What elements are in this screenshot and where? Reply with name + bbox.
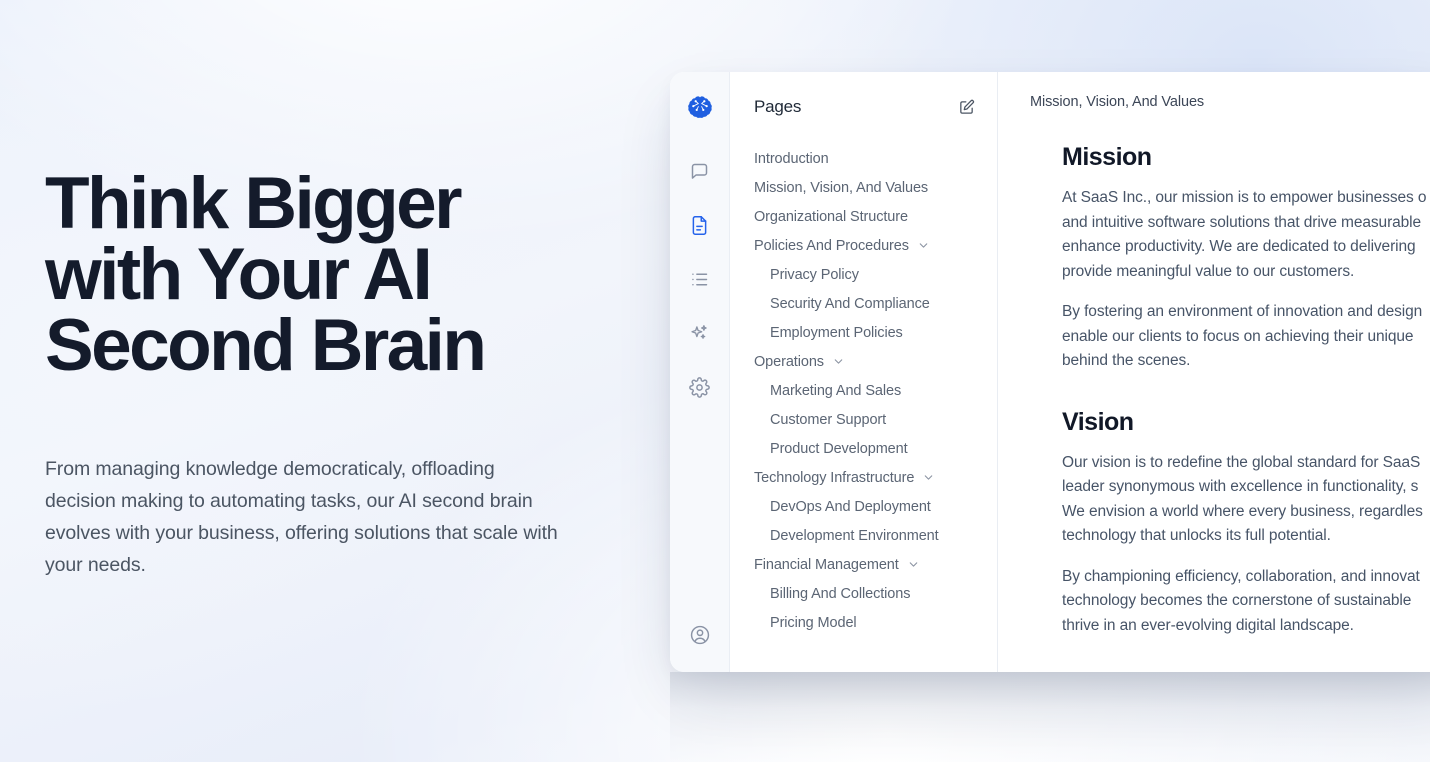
section-paragraph: At SaaS Inc., our mission is to empower … bbox=[1062, 186, 1430, 284]
paragraph-line: leader synonymous with excellence in fun… bbox=[1062, 478, 1419, 495]
edit-square-pencil-icon bbox=[958, 99, 975, 116]
nav-item-label: Billing And Collections bbox=[770, 585, 911, 602]
nav-item[interactable]: Security And Compliance bbox=[754, 289, 979, 318]
rail-item-chat[interactable] bbox=[683, 154, 717, 188]
paragraph-line: At SaaS Inc., our mission is to empower … bbox=[1062, 189, 1427, 206]
user-circle-icon bbox=[689, 624, 711, 646]
section-paragraph: Our vision is to redefine the global sta… bbox=[1062, 451, 1430, 549]
nav-item-label: Operations bbox=[754, 353, 824, 370]
paragraph-line: behind the scenes. bbox=[1062, 352, 1191, 369]
chevron-down-icon[interactable] bbox=[907, 558, 920, 571]
nav-item-label: Pricing Model bbox=[770, 614, 857, 631]
nav-item[interactable]: Billing And Collections bbox=[754, 579, 979, 608]
nav-item[interactable]: Privacy Policy bbox=[754, 260, 979, 289]
nav-item-label: Technology Infrastructure bbox=[754, 469, 915, 486]
paragraph-line: By fostering an environment of innovatio… bbox=[1062, 303, 1423, 320]
app-window-card: Pages Introduction Mission, Vision, And V… bbox=[670, 72, 1430, 672]
rail-item-list[interactable] bbox=[683, 262, 717, 296]
document-body: Mission At SaaS Inc., our mission is to e… bbox=[998, 110, 1430, 638]
section-paragraph: By fostering an environment of innovatio… bbox=[1062, 300, 1430, 374]
pages-nav-tree: Introduction Mission, Vision, And Values O… bbox=[754, 144, 979, 637]
breadcrumb: Mission, Vision, And Values bbox=[1030, 94, 1205, 110]
paragraph-line: enhance productivity. We are dedicated t… bbox=[1062, 238, 1416, 255]
rail-item-settings[interactable] bbox=[683, 370, 717, 404]
nav-item-label: Privacy Policy bbox=[770, 266, 859, 283]
paragraph-line: technology that unlocks its full potenti… bbox=[1062, 527, 1331, 544]
paragraph-line: Our vision is to redefine the global sta… bbox=[1062, 453, 1421, 471]
nav-item[interactable]: Financial Management bbox=[754, 550, 979, 579]
rail-item-list bbox=[683, 154, 717, 404]
section-heading: Vision bbox=[1062, 407, 1134, 436]
paragraph-line: thrive in an ever-evolving digital lands… bbox=[1062, 616, 1354, 634]
nav-item-label: Employment Policies bbox=[770, 324, 903, 341]
nav-item-label: DevOps And Deployment bbox=[770, 498, 931, 515]
pages-panel: Pages Introduction Mission, Vision, And V… bbox=[730, 72, 998, 672]
edit-pages-button[interactable] bbox=[953, 94, 979, 120]
nav-item[interactable]: Employment Policies bbox=[754, 318, 979, 347]
nav-item[interactable]: Development Environment bbox=[754, 521, 979, 550]
nav-item[interactable]: Technology Infrastructure bbox=[754, 463, 979, 492]
nav-item[interactable]: Product Development bbox=[754, 434, 979, 463]
hero-subtitle: From managing knowledge democraticaly, o… bbox=[45, 458, 558, 576]
sparkles-icon bbox=[689, 323, 710, 344]
nav-item[interactable]: DevOps And Deployment bbox=[754, 492, 979, 521]
nav-item-label: Product Development bbox=[770, 440, 908, 457]
paragraph-line: and intuitive software solutions that dr… bbox=[1062, 213, 1422, 231]
nav-item-label: Customer Support bbox=[770, 411, 887, 428]
paragraph-line: By championing efficiency, collaboration… bbox=[1062, 567, 1420, 585]
page-title: Think Bigger with Your AI Second Brain bbox=[45, 163, 487, 386]
chevron-down-icon[interactable] bbox=[832, 355, 845, 368]
document-icon bbox=[689, 215, 710, 236]
chevron-down-icon[interactable] bbox=[922, 471, 935, 484]
nav-item-label: Development Environment bbox=[770, 527, 939, 544]
gear-icon bbox=[689, 376, 710, 398]
pages-title: Pages bbox=[754, 97, 802, 116]
nav-item-label: Financial Management bbox=[754, 556, 899, 573]
nav-item[interactable]: Customer Support bbox=[754, 405, 979, 434]
nav-item-label: Mission, Vision, And Values bbox=[754, 179, 929, 196]
avatar[interactable] bbox=[683, 618, 717, 652]
pages-panel-header: Pages bbox=[754, 94, 979, 120]
chat-bubble-icon bbox=[689, 161, 710, 182]
rail-item-ai-assist[interactable] bbox=[683, 316, 717, 350]
paragraph-line: provide meaningful value to our customer… bbox=[1062, 262, 1355, 280]
icon-rail bbox=[670, 72, 730, 672]
nav-item[interactable]: Pricing Model bbox=[754, 608, 979, 637]
nav-item[interactable]: Operations bbox=[754, 347, 979, 376]
rail-item-documents[interactable] bbox=[683, 208, 717, 242]
list-icon bbox=[689, 269, 710, 290]
nav-item[interactable]: Policies And Procedures bbox=[754, 231, 979, 260]
brain-icon[interactable] bbox=[684, 92, 716, 124]
chevron-down-icon[interactable] bbox=[917, 239, 930, 252]
hero-section: Think Bigger with Your AI Second Brain F… bbox=[45, 163, 645, 581]
document-pane: Mission, Vision, And Values Mission At Sa… bbox=[998, 72, 1430, 672]
paragraph-line: technology becomes the cornerstone of su… bbox=[1062, 592, 1412, 609]
paragraph-line: enable our clients to focus on achieving… bbox=[1062, 327, 1414, 345]
nav-item-label: Introduction bbox=[754, 150, 829, 167]
paragraph-line: We envision a world where every business… bbox=[1062, 502, 1423, 520]
nav-item-label: Policies And Procedures bbox=[754, 237, 909, 254]
section-paragraph: By championing efficiency, collaboration… bbox=[1062, 565, 1430, 639]
nav-item[interactable]: Introduction bbox=[754, 144, 979, 173]
nav-item-label: Organizational Structure bbox=[754, 208, 908, 225]
nav-item[interactable]: Organizational Structure bbox=[754, 202, 979, 231]
nav-item-label: Security And Compliance bbox=[770, 295, 930, 312]
section-heading: Mission bbox=[1062, 143, 1152, 171]
nav-item[interactable]: Marketing And Sales bbox=[754, 376, 979, 405]
nav-item-label: Marketing And Sales bbox=[770, 382, 902, 399]
nav-item[interactable]: Mission, Vision, And Values bbox=[754, 173, 979, 202]
